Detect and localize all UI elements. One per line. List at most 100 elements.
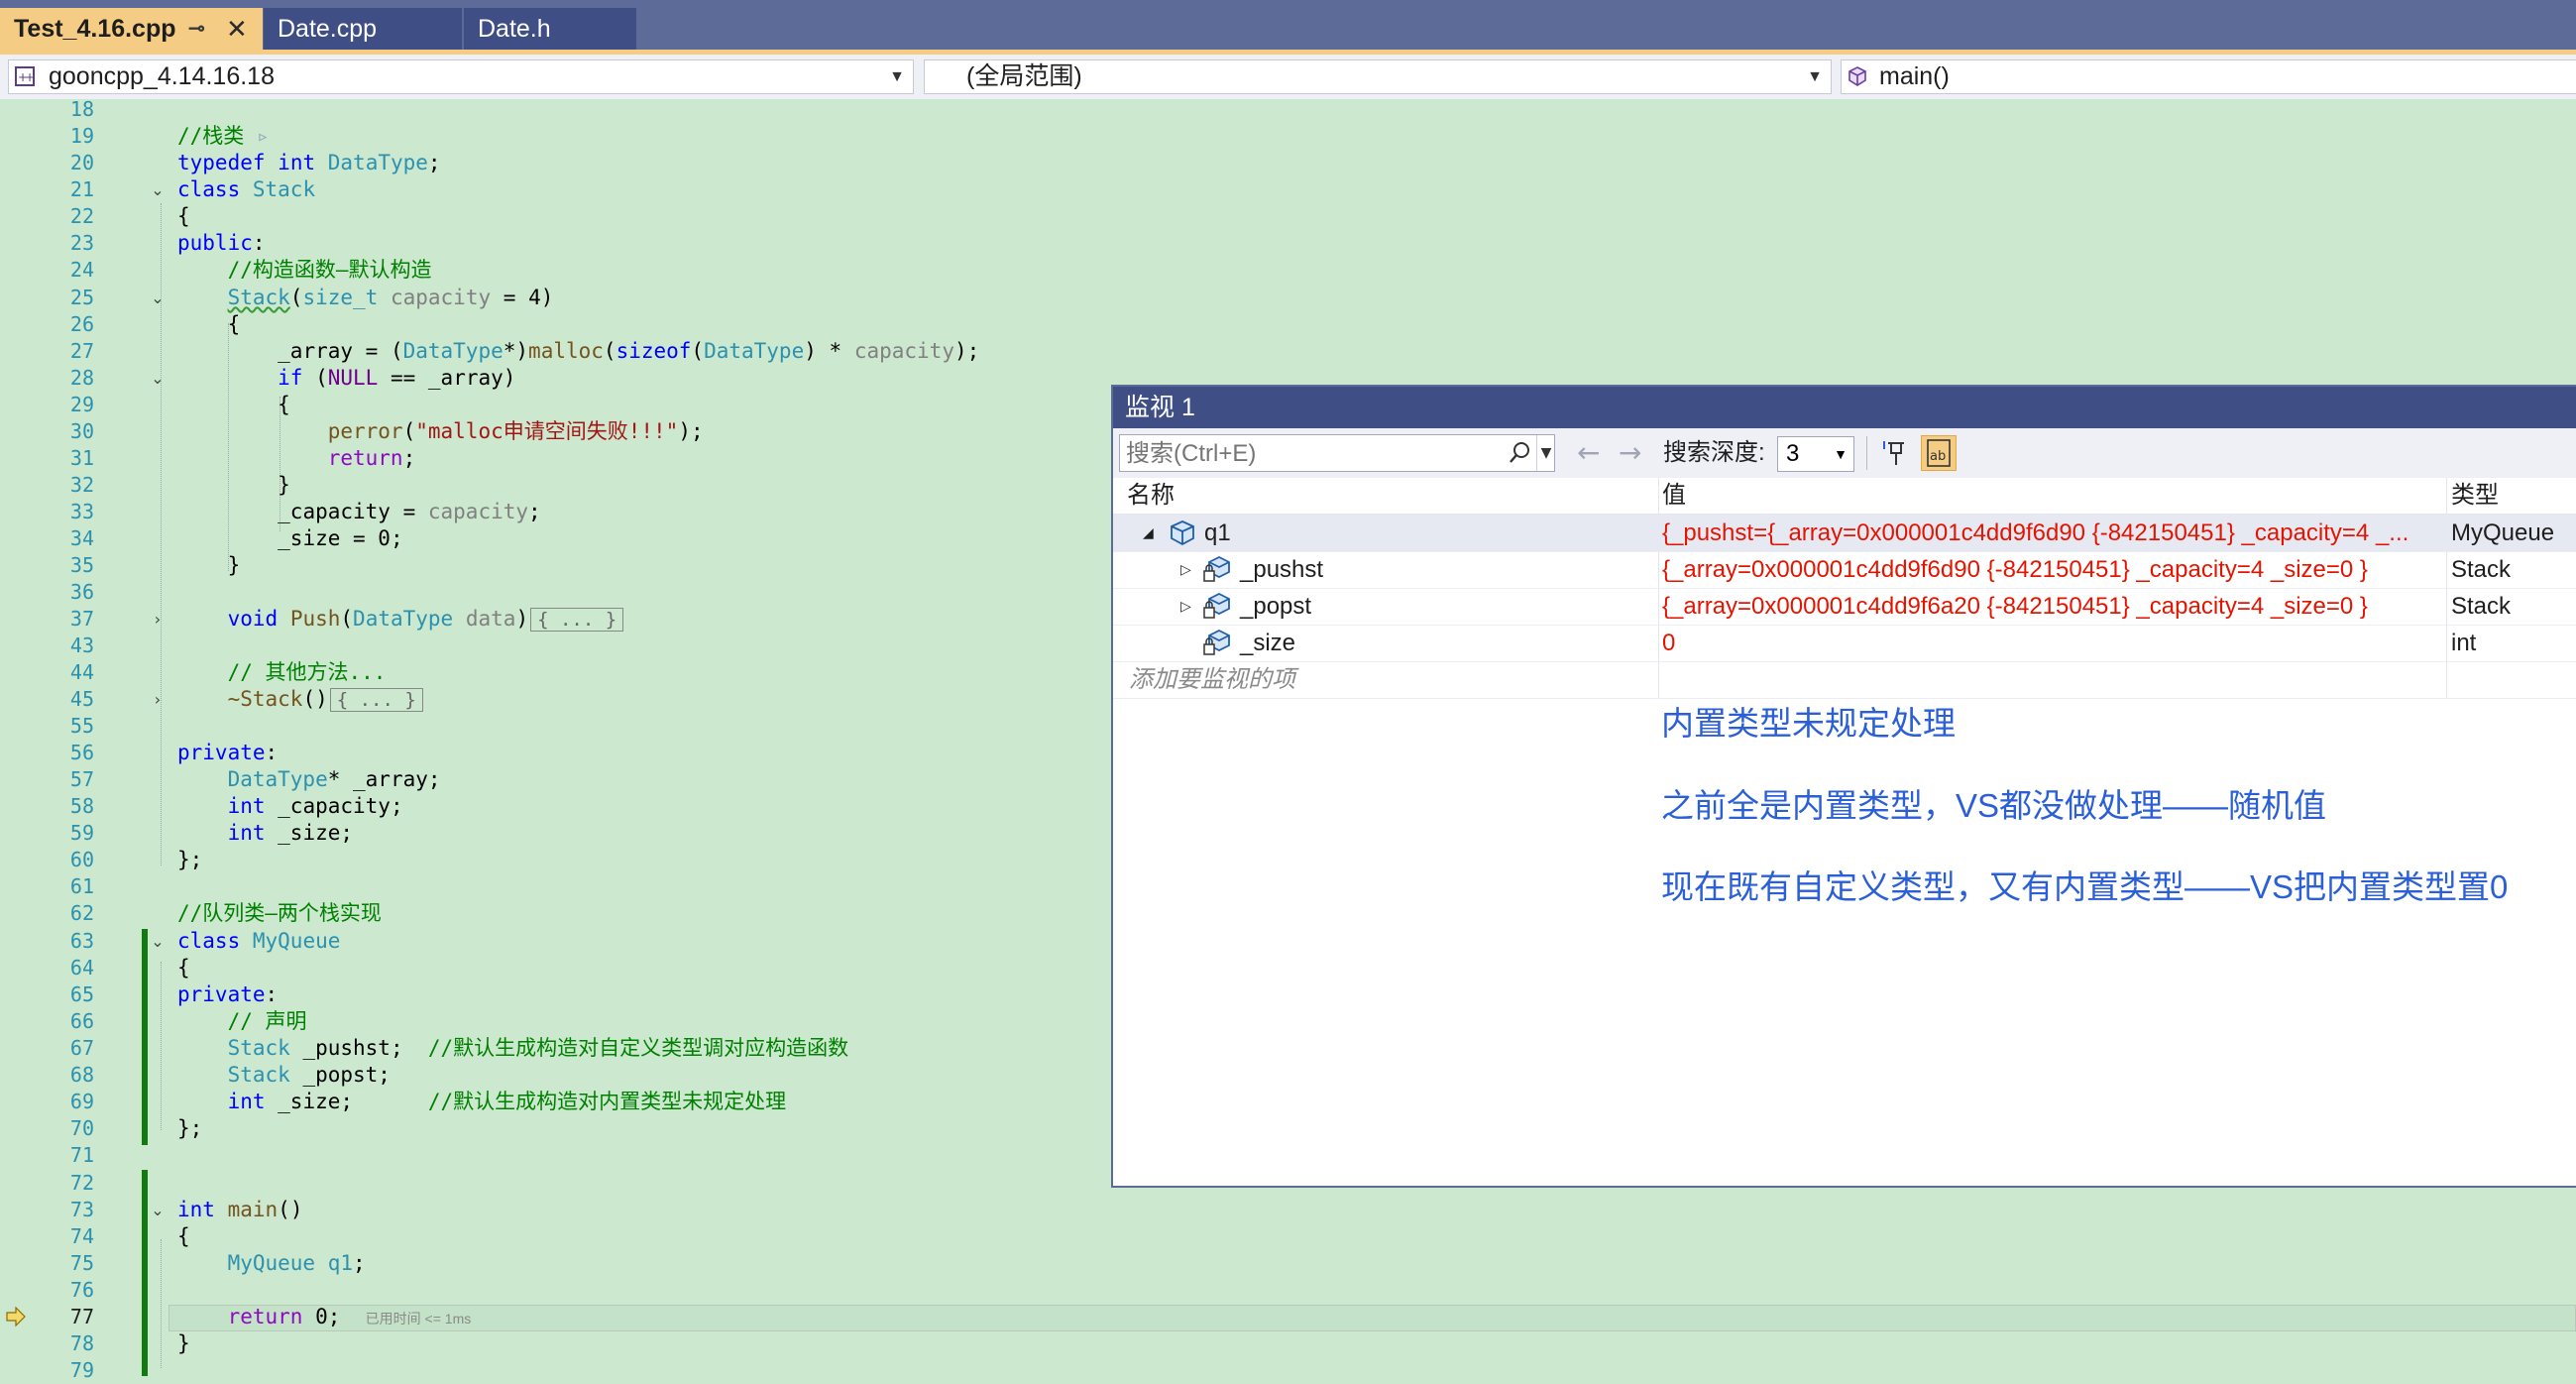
ab-format-icon: ab [1927,439,1951,467]
code-line-24: //构造函数—默认构造 [177,257,432,284]
type-name: Stack [227,1036,290,1060]
code-line-56: private: [177,741,279,764]
line-number: 23 [69,231,94,255]
code-line-30: perror("malloc申请空间失败!!!"); [327,419,704,443]
collapsed-region[interactable]: { ... } [329,688,423,712]
expanded-triangle-icon[interactable]: ◢ [1143,515,1154,551]
line-number: 55 [69,714,94,738]
pin-icon[interactable]: ⊸ [188,8,205,50]
code-line-75: MyQueue q1; [227,1251,366,1275]
tab-test-4-16-cpp[interactable]: Test_4.16.cpp ⊸ ✕ [0,8,263,50]
code-line-28: if (NULL == _array) [278,366,516,390]
watch-type: MyQueue [2451,519,2555,546]
elapsed-time-hint: 已用时间 <= 1ms [365,1311,472,1326]
collapsed-region[interactable]: { ... } [530,608,624,632]
keyword: int [177,1198,215,1221]
search-depth-label: 搜索深度: [1663,439,1765,466]
watch-row-size[interactable]: _size 0 int [1113,625,2576,662]
line-number: 66 [69,1009,94,1033]
line-number: 63 [69,929,94,953]
hex-display-toggle[interactable]: ab [1921,435,1957,471]
forward-arrow-icon[interactable]: → [1619,438,1641,468]
change-bar [142,1170,148,1376]
watch-row-popst[interactable]: ▷ _popst {_array=0x000001c4dd9f6a20 {-84… [1113,588,2576,626]
chevron-down-icon[interactable]: ▼ [1536,435,1555,471]
expand-triangle-icon[interactable]: ▷ [1180,588,1191,625]
chevron-down-icon: ▼ [1807,68,1823,85]
line-number: 20 [69,151,94,174]
code-text: _size; [265,821,354,845]
back-arrow-icon[interactable]: ← [1577,438,1600,468]
watch-row-pushst[interactable]: ▷ _pushst {_array=0x000001c4dd9f6d90 {-8… [1113,551,2576,589]
watch-search-box: ▼ [1119,434,1555,472]
current-line-highlight [168,1305,2576,1331]
function-name: malloc [528,339,604,363]
watch-value[interactable]: {_array=0x000001c4dd9f6d90 {-842150451} … [1662,551,2445,588]
code-line-25: Stack(size_t capacity = 4) [227,286,554,309]
code-line-32: } [177,473,290,497]
line-number: 27 [69,339,94,363]
keyword: class [177,177,241,201]
collapse-icon[interactable]: ⌄ [149,928,167,955]
close-icon[interactable]: ✕ [226,8,248,50]
keyword: return [327,446,403,470]
tab-label: Date.h [478,15,551,43]
watch-row-q1[interactable]: ◢ q1 {_pushst={_array=0x000001c4dd9f6d90… [1113,515,2576,552]
chevron-down-icon: ▼ [1834,446,1848,462]
search-icon[interactable] [1509,441,1530,465]
line-number: 71 [69,1143,94,1167]
collapse-icon[interactable]: ⌄ [149,1197,167,1223]
line-number: 24 [69,258,94,282]
line-number: 56 [69,741,94,764]
line-number: 35 [69,553,94,577]
type-name: DataType [327,151,428,174]
keyword: class [177,929,241,953]
column-header-name[interactable]: 名称 [1127,478,1175,514]
code-line-68: Stack _popst; [177,1062,391,1089]
line-number: 65 [69,982,94,1006]
comment: // 其他方法... [227,660,387,684]
watch-add-item-row[interactable]: 添加要监视的项 [1113,661,2576,699]
code-line-77: return 0; 已用时间 <= 1ms [177,1304,472,1332]
tab-date-cpp[interactable]: Date.cpp [264,8,462,50]
line-number: 59 [69,821,94,845]
member-dropdown[interactable]: main() [1841,59,2576,94]
add-watch-hint: 添加要监视的项 [1129,666,1295,693]
search-depth-dropdown[interactable]: 3 ▼ [1777,436,1854,472]
object-icon [1171,520,1194,546]
keyword: private [177,982,266,1006]
watch-title-bar[interactable]: 监视 1 [1113,387,2576,428]
watch-value[interactable]: 0 [1662,625,2445,661]
line-number: 70 [69,1116,94,1140]
project-dropdown[interactable]: + + gooncpp_4.14.16.18 ▼ [8,59,914,94]
line-number: 33 [69,500,94,523]
indent-guide [161,1239,163,1368]
scope-dropdown[interactable]: (全局范围) ▼ [924,59,1832,94]
tab-date-h[interactable]: Date.h [464,8,636,50]
code-line-20: typedef int DataType; [177,151,441,174]
line-number: 61 [69,874,94,898]
watch-value[interactable]: {_array=0x000001c4dd9f6a20 {-842150451} … [1662,588,2445,625]
macro: NULL [327,366,379,390]
line-number: 21 [69,177,94,201]
line-number: 45 [69,687,94,711]
line-number: 76 [69,1278,94,1302]
collapse-icon[interactable]: ⌄ [149,285,167,311]
expand-icon[interactable]: › [149,606,167,633]
pin-source-icon[interactable] [1878,435,1914,471]
column-header-value[interactable]: 值 [1662,478,1686,514]
collapse-icon[interactable]: ⌄ [149,365,167,392]
code-line-21: class Stack [177,176,315,203]
expand-triangle-icon[interactable]: ▷ [1180,551,1191,588]
code-text: 0; [302,1305,341,1328]
code-line-66: // 声明 [177,1008,307,1035]
expand-icon[interactable]: › [149,686,167,713]
search-input[interactable] [1124,437,1495,471]
watch-value[interactable]: {_pushst={_array=0x000001c4dd9f6d90 {-84… [1662,515,2445,551]
function-name: main [227,1198,279,1221]
code-text: _pushst; [289,1036,428,1060]
type-name: DataType [353,607,454,631]
keyword: int [227,821,266,845]
collapse-icon[interactable]: ⌄ [149,176,167,203]
column-header-type[interactable]: 类型 [2451,478,2499,514]
